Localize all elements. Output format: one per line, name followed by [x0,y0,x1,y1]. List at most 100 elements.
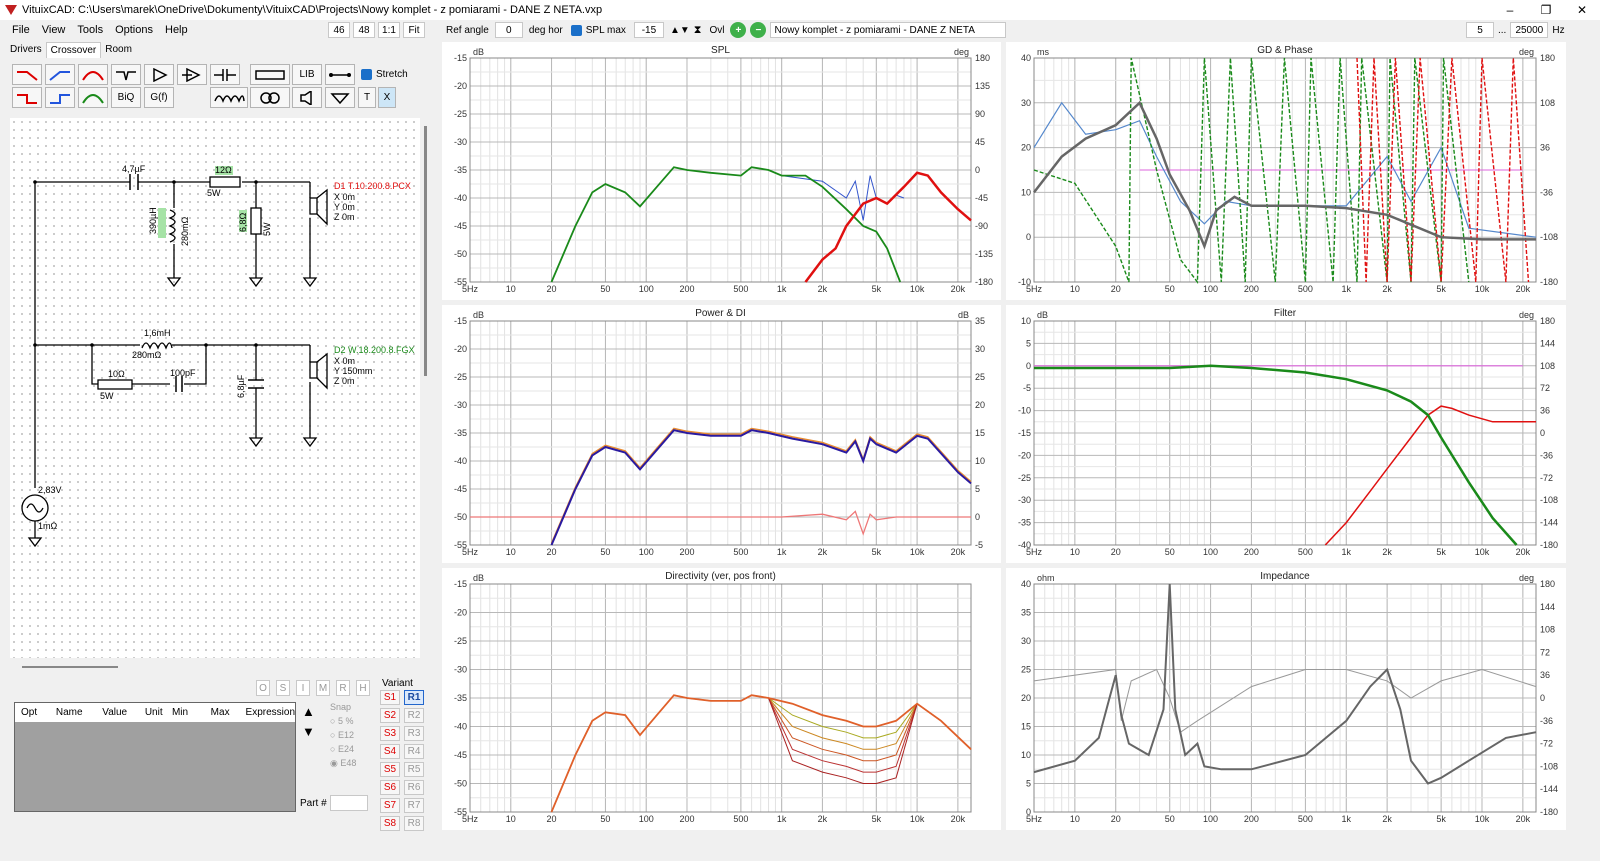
variant-r6[interactable]: R6 [404,780,424,795]
flag-m[interactable]: M [316,680,330,696]
spl-plot[interactable]: -15 -20 -25 -30 -35 -40 -45 -50 -55 180 135 90 45 0 -4… [442,42,1001,300]
part-number-input[interactable] [330,795,368,811]
lowpass-2-tool[interactable] [12,87,42,108]
biquad-tool[interactable]: BiQ [111,87,141,108]
delete-tool[interactable]: X [378,87,396,108]
snap-e12[interactable]: ○ E12 [330,730,356,740]
variant-s3[interactable]: S3 [380,726,400,741]
transformer-tool[interactable] [250,87,290,108]
r1-value[interactable]: 12Ω [215,165,232,175]
menu-help[interactable]: Help [165,24,188,36]
variant-s1[interactable]: S1 [380,690,400,705]
variant-r8[interactable]: R8 [404,816,424,831]
menu-file[interactable]: File [12,24,30,36]
tab-room[interactable]: Room [101,42,136,58]
schematic-hscrollbar[interactable] [22,666,118,668]
filter-plot[interactable]: 10 5 0 -5 -10 -15 -20 -25 -30 -35 -40 180 144 108 72 36… [1006,305,1566,563]
flag-i[interactable]: I [296,680,310,696]
snap-5pct[interactable]: ○ 5 % [330,716,356,726]
maximize-button[interactable]: ❐ [1528,0,1564,20]
notch-tool[interactable] [111,64,141,85]
col-value[interactable]: Value [96,707,139,718]
ground-tool[interactable] [325,87,355,108]
directivity-plot[interactable]: -15 -20 -25 -30 -35 -40 -45 -50 -55 5Hz 10 20 50 100 2… [442,568,1001,830]
inductor-tool[interactable] [210,87,248,108]
menu-view[interactable]: View [42,24,66,36]
peak-tool[interactable] [78,87,108,108]
move-up-icon[interactable]: ▲ [302,704,315,719]
variant-s2[interactable]: S2 [380,708,400,723]
gf-tool[interactable]: G(f) [144,87,174,108]
tab-crossover[interactable]: Crossover [45,42,102,58]
source-voltage[interactable]: 2,83V [38,485,62,495]
zoom-fit-button[interactable]: Fit [403,22,425,38]
lowpass-1-tool[interactable] [12,64,42,85]
zoom-48-button[interactable]: 48 [353,22,375,38]
add-overlay-button[interactable]: + [730,22,747,38]
stretch-checkbox[interactable] [361,69,372,80]
variant-r5[interactable]: R5 [404,762,424,777]
speaker-tool[interactable] [292,87,322,108]
highpass-1-tool[interactable] [45,64,75,85]
snap-e24[interactable]: ○ E24 [330,744,356,754]
c2-value[interactable]: 6,8µF [236,375,246,398]
close-button[interactable]: ✕ [1564,0,1600,20]
menu-tools[interactable]: Tools [77,24,103,36]
zoom-46-button[interactable]: 46 [328,22,350,38]
freq-max-input[interactable]: 25000 [1510,22,1549,38]
tab-drivers[interactable]: Drivers [6,42,46,58]
snap-e48[interactable]: ◉ E48 [330,758,356,769]
schematic-vscrollbar[interactable] [424,126,427,376]
variant-r7[interactable]: R7 [404,798,424,813]
wire-tool[interactable] [325,64,355,85]
highpass-2-tool[interactable] [45,87,75,108]
flag-s[interactable]: S [276,680,290,696]
r3-value[interactable]: 10Ω [108,369,125,379]
fit-vertical-icon[interactable]: ⧗ [694,24,702,37]
text-tool[interactable]: T [358,87,376,108]
c1-value[interactable]: 4,7µF [122,164,145,174]
optimizer-table[interactable]: Opt Name Value Unit Min Max Expression [14,702,296,812]
variant-r3[interactable]: R3 [404,726,424,741]
variant-s7[interactable]: S7 [380,798,400,813]
spin-updown-icon[interactable]: ▲▼ [670,25,690,36]
move-down-icon[interactable]: ▼ [302,724,315,739]
variant-s8[interactable]: S8 [380,816,400,831]
col-opt[interactable]: Opt [15,707,50,718]
schematic-canvas[interactable]: 4,7µF 12Ω 5W 390µH 280mΩ 6,8Ω 5W D1 T.10… [10,118,420,658]
menu-options[interactable]: Options [115,24,153,36]
col-min[interactable]: Min [166,707,205,718]
c3-value[interactable]: 100pF [170,368,196,378]
variant-s6[interactable]: S6 [380,780,400,795]
col-max[interactable]: Max [205,707,240,718]
overlay-name-input[interactable]: Nowy komplet - z pomiarami - DANE Z NETA [770,22,1007,38]
variant-r4[interactable]: R4 [404,744,424,759]
col-expression[interactable]: Expression [240,707,295,718]
power-di-plot[interactable]: -15 -20 -25 -30 -35 -40 -45 -50 -5 5 35 30 25 20 15 10 5… [442,305,1001,563]
variant-r2[interactable]: R2 [404,708,424,723]
freq-min-input[interactable]: 5 [1466,22,1494,38]
variant-r1[interactable]: R1 [404,690,424,705]
remove-overlay-button[interactable]: − [750,22,767,38]
col-unit[interactable]: Unit [139,707,166,718]
resistor-tool[interactable] [250,64,290,85]
l2-value[interactable]: 1,6mH [144,328,171,338]
l1-value[interactable]: 390µH [148,207,158,234]
zoom-1to1-button[interactable]: 1:1 [378,22,400,38]
capacitor-tool[interactable] [210,64,240,85]
variant-s4[interactable]: S4 [380,744,400,759]
buffer-tool[interactable] [144,64,174,85]
ref-angle-input[interactable]: 0 [494,22,523,38]
r2-value[interactable]: 6,8Ω [238,213,248,232]
library-tool[interactable]: LIB [292,64,322,85]
variant-s5[interactable]: S5 [380,762,400,777]
flag-h[interactable]: H [356,680,370,696]
d1-driver-name[interactable]: D1 T.10.200.8.PCX [334,181,411,191]
flag-o[interactable]: O [256,680,270,696]
minimize-button[interactable]: – [1492,0,1528,20]
spl-max-input[interactable]: -15 [633,22,664,38]
d2-driver-name[interactable]: D2 W.18.200.8.FGX [334,345,415,355]
opamp-tool[interactable] [177,64,207,85]
col-name[interactable]: Name [50,707,96,718]
gd-phase-plot[interactable]: 40 30 20 10 0 -10 180 108 36 -36 -108 -180 5Hz 10 20 50… [1006,42,1566,300]
